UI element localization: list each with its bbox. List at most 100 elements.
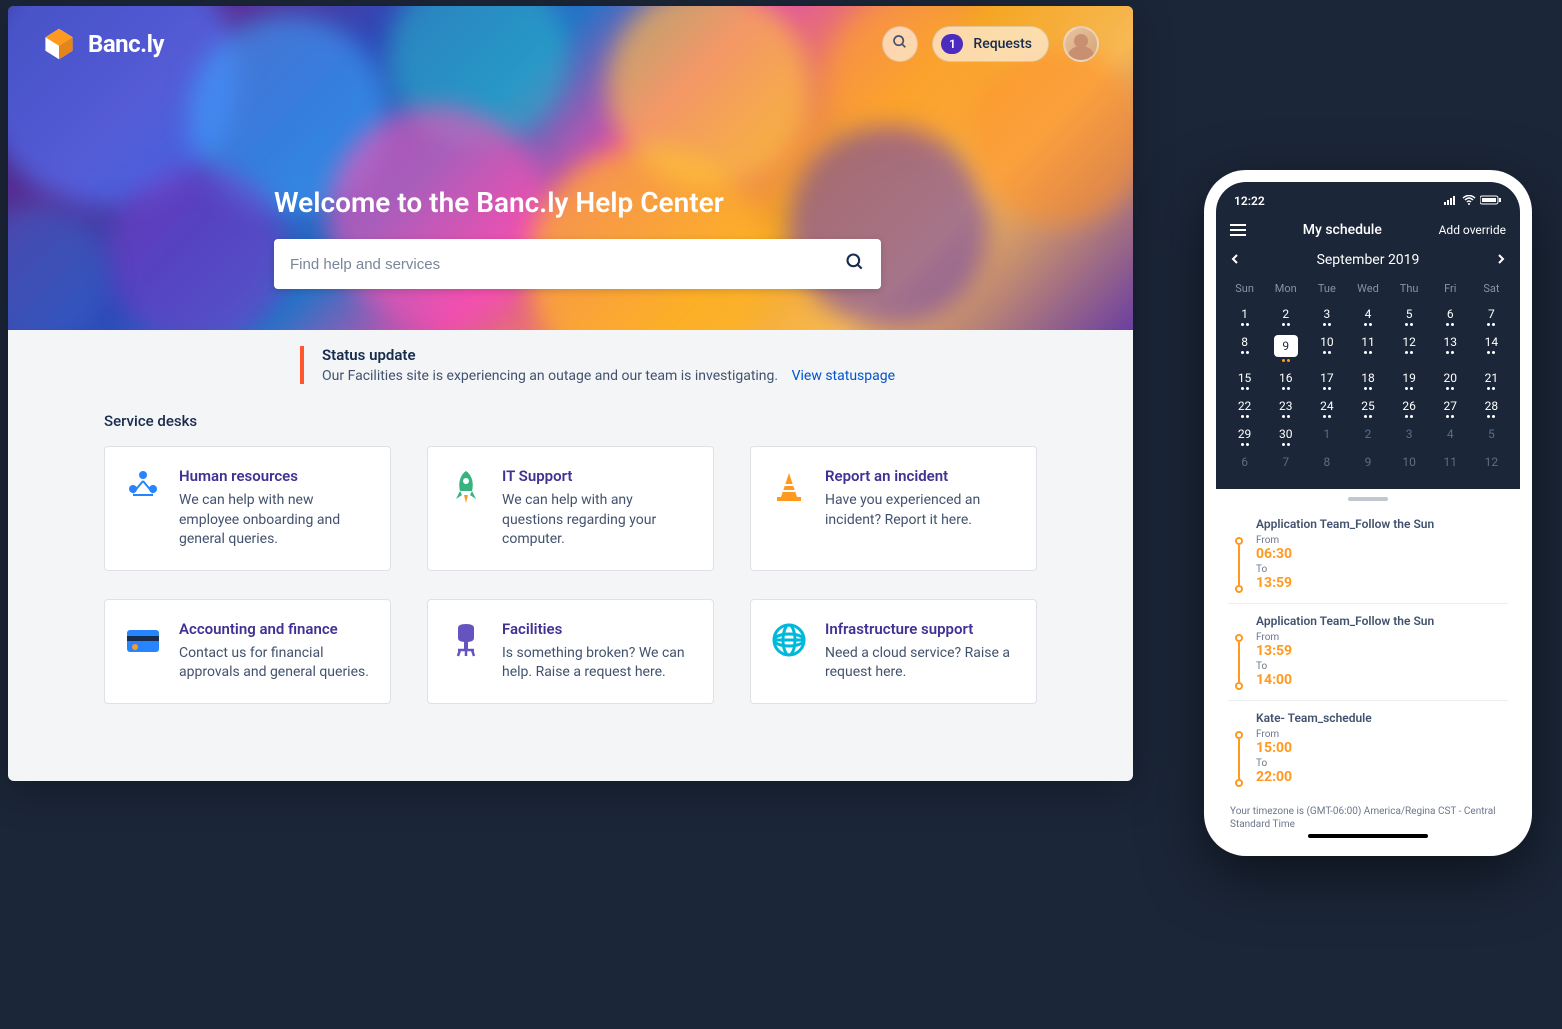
- calendar-day[interactable]: 24: [1306, 393, 1347, 421]
- rocket-icon: [446, 467, 486, 507]
- calendar-day[interactable]: 15: [1224, 365, 1265, 393]
- calendar-day[interactable]: 16: [1265, 365, 1306, 393]
- calendar-day[interactable]: 20: [1430, 365, 1471, 393]
- calendar-day[interactable]: 8: [1224, 329, 1265, 365]
- schedule-list: Application Team_Follow the SunFrom06:30…: [1216, 507, 1520, 797]
- search-icon: [845, 252, 865, 276]
- desk-card-infrastructure[interactable]: Infrastructure support Need a cloud serv…: [750, 599, 1037, 704]
- hero-banner: Banc.ly 1 Requests Welcome to the Banc.l…: [8, 6, 1133, 330]
- calendar-day[interactable]: 4: [1347, 301, 1388, 329]
- calendar-day[interactable]: 28: [1471, 393, 1512, 421]
- calendar-day[interactable]: 29: [1224, 421, 1265, 449]
- calendar-day[interactable]: 12: [1471, 449, 1512, 477]
- calendar-day[interactable]: 18: [1347, 365, 1388, 393]
- desk-card-incident[interactable]: Report an incident Have you experienced …: [750, 446, 1037, 571]
- calendar-day[interactable]: 2: [1265, 301, 1306, 329]
- calendar-day[interactable]: 3: [1389, 421, 1430, 449]
- home-indicator[interactable]: [1308, 834, 1428, 838]
- brand-logo[interactable]: Banc.ly: [42, 27, 164, 61]
- calendar-day[interactable]: 3: [1306, 301, 1347, 329]
- desk-card-facilities[interactable]: Facilities Is something broken? We can h…: [427, 599, 714, 704]
- search-input[interactable]: [290, 256, 845, 273]
- schedule-item[interactable]: Application Team_Follow the SunFrom06:30…: [1228, 507, 1508, 603]
- desk-card-it[interactable]: IT Support We can help with any question…: [427, 446, 714, 571]
- desk-title: Human resources: [179, 467, 372, 485]
- schedule-item[interactable]: Application Team_Follow the SunFrom13:59…: [1228, 603, 1508, 700]
- next-month-button[interactable]: [1496, 252, 1506, 268]
- calendar-day[interactable]: 7: [1265, 449, 1306, 477]
- calendar-day[interactable]: 14: [1471, 329, 1512, 365]
- calendar-day[interactable]: 1: [1306, 421, 1347, 449]
- credit-card-icon: [123, 620, 163, 660]
- avatar[interactable]: [1063, 26, 1099, 62]
- calendar-day[interactable]: 9: [1265, 329, 1306, 365]
- service-desks-heading: Service desks: [104, 412, 1037, 430]
- prev-month-button[interactable]: [1230, 252, 1240, 268]
- from-time: 15:00: [1256, 740, 1508, 756]
- brand-name: Banc.ly: [88, 30, 164, 58]
- search-button[interactable]: [882, 26, 918, 62]
- calendar-day[interactable]: 6: [1430, 301, 1471, 329]
- chair-icon: [446, 620, 486, 660]
- desk-desc: We can help with new employee onboarding…: [179, 491, 372, 550]
- calendar-day[interactable]: 10: [1306, 329, 1347, 365]
- phone-time: 12:22: [1234, 194, 1265, 208]
- month-label: September 2019: [1317, 252, 1420, 268]
- desk-title: Facilities: [502, 620, 695, 638]
- service-desks-grid: Human resources We can help with new emp…: [104, 446, 1037, 704]
- calendar-day[interactable]: 22: [1224, 393, 1265, 421]
- desk-card-hr[interactable]: Human resources We can help with new emp…: [104, 446, 391, 571]
- calendar-day[interactable]: 11: [1347, 329, 1388, 365]
- calendar-day[interactable]: 8: [1306, 449, 1347, 477]
- to-label: To: [1256, 564, 1508, 575]
- calendar-day[interactable]: 2: [1347, 421, 1388, 449]
- calendar-day[interactable]: 25: [1347, 393, 1388, 421]
- desk-desc: Contact us for financial approvals and g…: [179, 644, 372, 683]
- requests-button[interactable]: 1 Requests: [932, 26, 1049, 62]
- calendar-day[interactable]: 11: [1430, 449, 1471, 477]
- calendar-dow: Tue: [1306, 278, 1347, 301]
- calendar-day[interactable]: 23: [1265, 393, 1306, 421]
- calendar-day[interactable]: 4: [1430, 421, 1471, 449]
- add-override-button[interactable]: Add override: [1439, 223, 1506, 237]
- calendar-day[interactable]: 12: [1389, 329, 1430, 365]
- calendar-day[interactable]: 6: [1224, 449, 1265, 477]
- desk-desc: Is something broken? We can help. Raise …: [502, 644, 695, 683]
- calendar-day[interactable]: 27: [1430, 393, 1471, 421]
- calendar-day[interactable]: 21: [1471, 365, 1512, 393]
- calendar-dow: Fri: [1430, 278, 1471, 301]
- to-label: To: [1256, 758, 1508, 769]
- calendar-day[interactable]: 13: [1430, 329, 1471, 365]
- phone-mockup: 12:22 My schedule: [1204, 170, 1532, 856]
- menu-button[interactable]: [1230, 224, 1246, 236]
- calendar-day[interactable]: 5: [1389, 301, 1430, 329]
- desk-title: Report an incident: [825, 467, 1018, 485]
- status-link[interactable]: View statuspage: [792, 368, 895, 384]
- desk-title: Infrastructure support: [825, 620, 1018, 638]
- to-time: 14:00: [1256, 672, 1508, 688]
- from-time: 06:30: [1256, 546, 1508, 562]
- calendar-day[interactable]: 5: [1471, 421, 1512, 449]
- schedule-item[interactable]: Kate- Team_scheduleFrom15:00To22:00: [1228, 700, 1508, 797]
- calendar-day[interactable]: 1: [1224, 301, 1265, 329]
- calendar-day[interactable]: 19: [1389, 365, 1430, 393]
- calendar-day[interactable]: 9: [1347, 449, 1388, 477]
- to-label: To: [1256, 661, 1508, 672]
- calendar-day[interactable]: 7: [1471, 301, 1512, 329]
- calendar-day[interactable]: 26: [1389, 393, 1430, 421]
- search-icon: [892, 34, 908, 54]
- calendar-dow: Mon: [1265, 278, 1306, 301]
- calendar-day[interactable]: 30: [1265, 421, 1306, 449]
- status-banner: Status update Our Facilities site is exp…: [300, 346, 1037, 384]
- search-box[interactable]: [274, 239, 881, 289]
- drag-handle[interactable]: [1348, 497, 1388, 501]
- calendar-day[interactable]: 10: [1389, 449, 1430, 477]
- requests-badge: 1: [941, 34, 963, 54]
- calendar-day[interactable]: 17: [1306, 365, 1347, 393]
- signal-icon: [1444, 194, 1458, 208]
- desk-card-accounting[interactable]: Accounting and finance Contact us for fi…: [104, 599, 391, 704]
- phone-page-title: My schedule: [1303, 222, 1382, 238]
- schedule-name: Application Team_Follow the Sun: [1256, 614, 1508, 628]
- wifi-icon: [1462, 194, 1476, 208]
- desk-title: Accounting and finance: [179, 620, 372, 638]
